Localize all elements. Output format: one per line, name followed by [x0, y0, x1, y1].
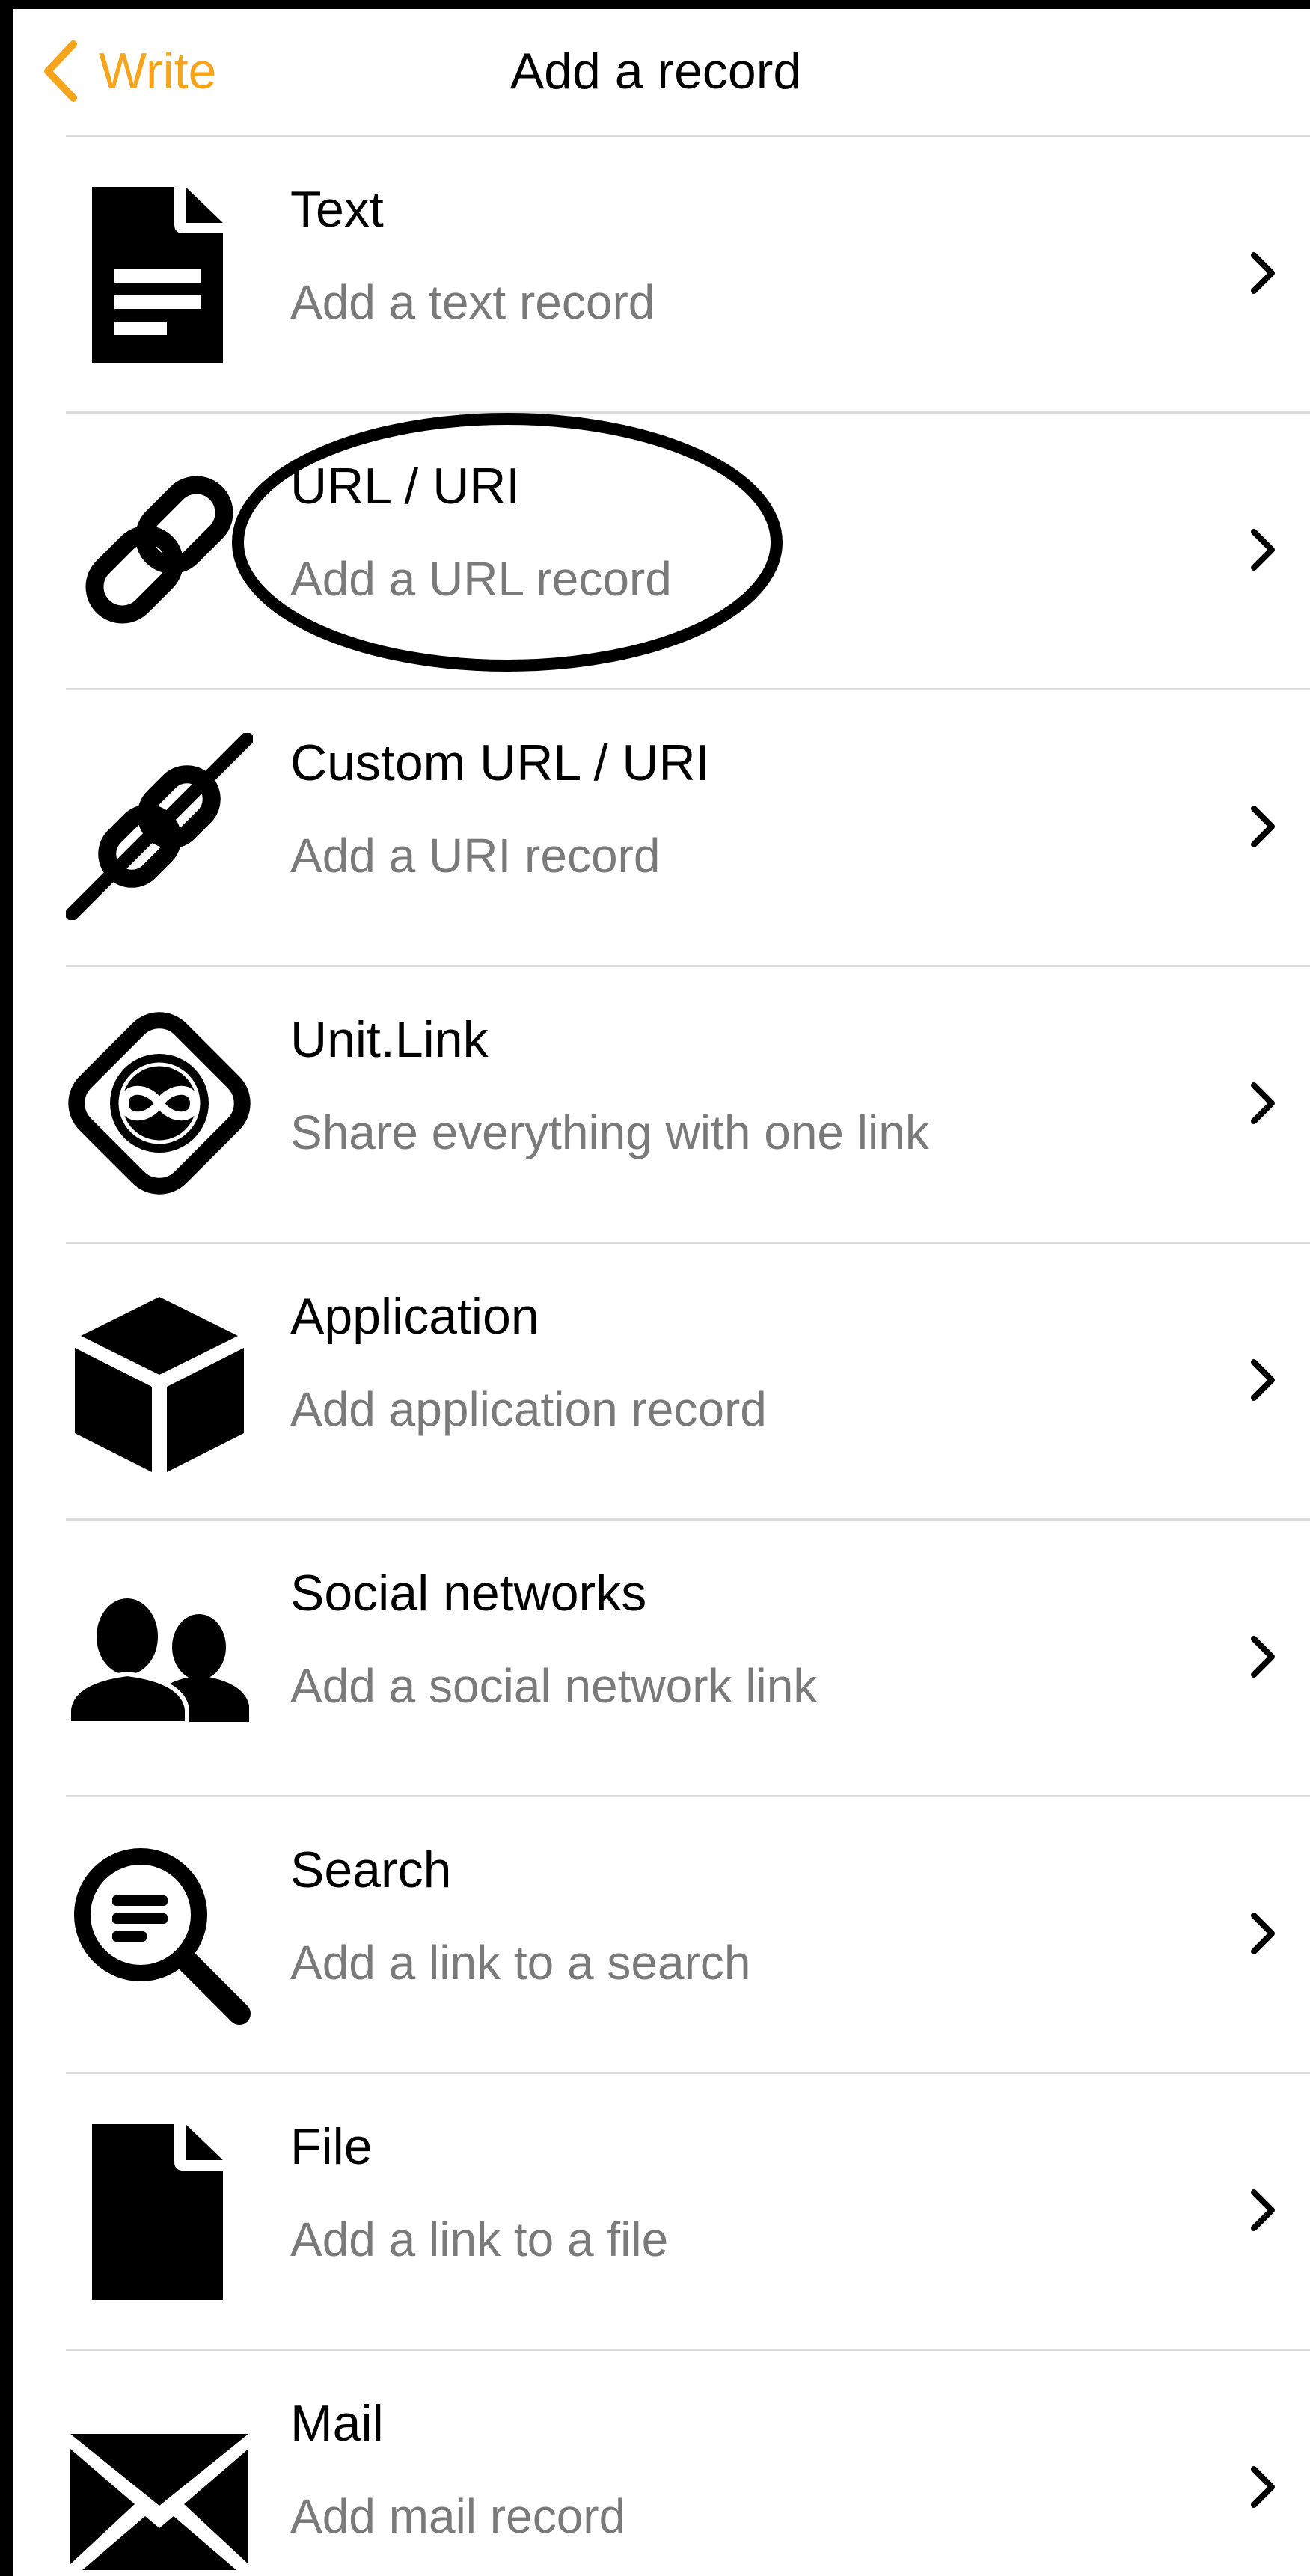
record-title: Application	[290, 1288, 539, 1345]
file-icon	[66, 2117, 253, 2304]
record-item-text[interactable]: Text Add a text record	[66, 135, 1310, 411]
custom-link-icon	[65, 732, 254, 921]
document-text-icon	[66, 180, 253, 367]
record-item-social-networks[interactable]: Social networks Add a social network lin…	[66, 1518, 1310, 1795]
record-item-file[interactable]: File Add a link to a file	[66, 2072, 1310, 2349]
people-icon	[66, 1563, 253, 1750]
row-separator	[66, 411, 1310, 414]
chevron-right-icon	[1248, 1911, 1278, 1956]
record-subtitle: Add application record	[290, 1382, 767, 1436]
chevron-right-icon	[1248, 251, 1278, 295]
record-title: Mail	[290, 2395, 384, 2452]
record-title: Search	[290, 1841, 452, 1898]
record-subtitle: Add a social network link	[290, 1659, 818, 1713]
cube-icon	[66, 1287, 253, 1473]
chevron-right-icon	[1248, 2188, 1278, 2233]
chevron-right-icon	[1248, 1634, 1278, 1679]
search-icon	[66, 1840, 253, 2027]
row-separator	[66, 2072, 1310, 2074]
record-title: Unit.Link	[290, 1011, 489, 1068]
mail-icon	[66, 2393, 253, 2576]
record-title: URL / URI	[290, 458, 521, 515]
record-item-url[interactable]: URL / URI Add a URL record	[66, 411, 1310, 688]
page-title: Add a record	[509, 43, 802, 99]
row-separator	[66, 688, 1310, 690]
record-subtitle: Add a link to a file	[290, 2212, 669, 2266]
record-subtitle: Add a link to a search	[290, 1936, 751, 1990]
screen: Write Add a record Text Add a text recor…	[13, 9, 1310, 2576]
navigation-bar: Write Add a record	[13, 9, 1310, 135]
row-separator	[66, 1242, 1310, 1244]
record-subtitle: Share everything with one link	[290, 1105, 929, 1159]
link-icon	[66, 456, 253, 643]
record-item-search[interactable]: Search Add a link to a search	[66, 1795, 1310, 2072]
record-title: Social networks	[290, 1565, 647, 1622]
record-item-custom-url[interactable]: Custom URL / URI Add a URI record	[65, 688, 1310, 965]
chevron-right-icon	[1248, 527, 1278, 572]
record-item-application[interactable]: Application Add application record	[66, 1242, 1310, 1518]
record-title: File	[290, 2118, 373, 2175]
record-item-unit-link[interactable]: Unit.Link Share everything with one link	[66, 965, 1310, 1242]
chevron-right-icon	[1248, 1358, 1278, 1402]
record-subtitle: Add a URI record	[290, 829, 661, 883]
row-separator	[66, 965, 1310, 967]
chevron-right-icon	[1248, 2465, 1278, 2509]
chevron-right-icon	[1248, 1081, 1278, 1126]
record-subtitle: Add a text record	[290, 275, 655, 329]
unit-link-icon	[66, 1010, 253, 1197]
record-subtitle: Add a URL record	[290, 552, 672, 606]
record-item-mail[interactable]: Mail Add mail record	[66, 2349, 1310, 2576]
record-title: Text	[290, 181, 384, 238]
record-title: Custom URL / URI	[290, 735, 710, 791]
row-separator	[66, 2349, 1310, 2351]
row-separator	[66, 135, 1310, 137]
row-separator	[66, 1795, 1310, 1797]
record-subtitle: Add mail record	[290, 2489, 626, 2543]
row-separator	[66, 1518, 1310, 1521]
chevron-right-icon	[1248, 804, 1278, 849]
